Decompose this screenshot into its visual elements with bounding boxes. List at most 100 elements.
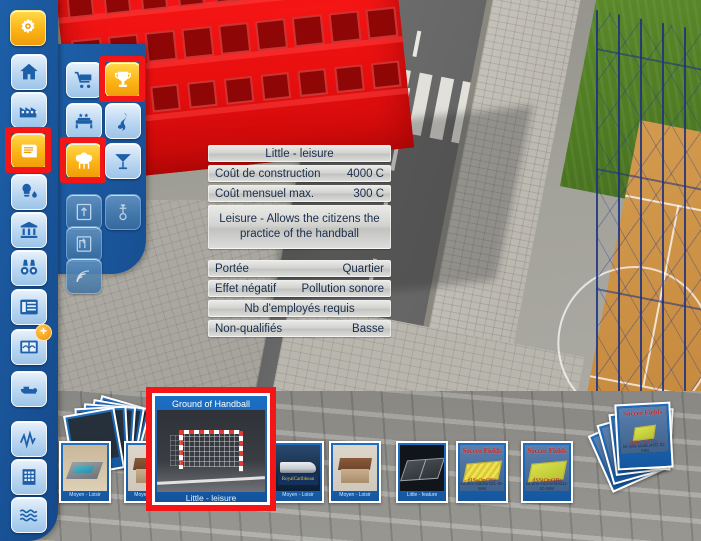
road-dash xyxy=(412,30,422,57)
scroll-icon xyxy=(21,144,37,158)
building-window xyxy=(218,22,252,56)
tooltip-employees-header: Nb d'employés requis xyxy=(208,300,391,317)
building-window xyxy=(328,10,362,44)
house-icon xyxy=(20,63,38,80)
selected-card-title: Ground of Handball xyxy=(171,399,251,409)
trophy-icon xyxy=(114,71,132,87)
card-house-right-thumb xyxy=(333,445,377,491)
sidebar-item-commercial-leisure[interactable] xyxy=(11,133,47,169)
tooltip-row-unqualified: Non-qualifiés Basse xyxy=(208,320,391,337)
card-dark-court-thumb xyxy=(400,445,444,491)
trees-icon xyxy=(75,152,93,169)
sidebar-item-ramp[interactable] xyxy=(66,226,102,262)
building-window xyxy=(150,83,181,113)
sidebar-item-culture[interactable] xyxy=(105,103,141,139)
pool-art xyxy=(63,445,107,491)
building-window xyxy=(334,64,365,94)
sidebar-item-statistics-list[interactable] xyxy=(11,289,47,325)
ship-hull xyxy=(280,462,316,473)
sidebar-item-parks[interactable] xyxy=(66,143,102,179)
building-window xyxy=(223,75,255,105)
graph-icon xyxy=(19,430,36,449)
goal-post-right xyxy=(239,431,244,473)
card-house-right[interactable]: Moyen - Loisir xyxy=(329,441,381,503)
building-window xyxy=(291,14,325,48)
soccer-title: Soccer Fields xyxy=(622,407,663,418)
unqualified-value: Basse xyxy=(352,322,384,335)
building-window xyxy=(187,79,218,109)
signal-icon xyxy=(76,270,90,282)
card-soccer-stadium[interactable]: Soccer Fields - dISsOpOBs - kit-ans-stad… xyxy=(456,441,508,503)
soccer-art: Soccer Fields dSStOpOBs kit-ans-soccerfi… xyxy=(525,445,569,491)
goal-net xyxy=(178,429,242,468)
handball-goal-art xyxy=(157,410,265,492)
soccer-footer: kit-ans-soccerfield11-ID-SIM xyxy=(525,480,569,491)
card-pool-thumb xyxy=(63,445,107,491)
monthly-cost-value: 300 C xyxy=(353,187,384,200)
sidebar-item-utilities[interactable] xyxy=(11,174,47,210)
game-window: + Little - leisure Coût de construction … xyxy=(0,0,701,541)
tooltip-title-text: Little - leisure xyxy=(265,147,334,160)
card-soccer-field[interactable]: Soccer Fields dSStOpOBs kit-ans-soccerfi… xyxy=(521,441,573,503)
tooltip-row-negative-effect: Effet négatif Pollution sonore xyxy=(208,280,391,297)
soccer-title: Soccer Fields xyxy=(462,446,502,455)
bridge-icon xyxy=(20,340,38,354)
range-label: Portée xyxy=(215,262,249,275)
bulb-drop-icon xyxy=(22,183,37,198)
building-icon xyxy=(22,469,36,485)
sidebar-item-education[interactable] xyxy=(11,250,47,286)
sidebar-item-industrial[interactable] xyxy=(11,92,47,128)
tooltip-description: Leisure - Allows the citizens the practi… xyxy=(208,205,391,249)
tooltip-description-text: Leisure - Allows the citizens the practi… xyxy=(219,213,380,240)
card-soccer-stadium-thumb: Soccer Fields - dISsOpOBs - kit-ans-stad… xyxy=(460,445,504,491)
card-house-right-caption: Moyen - Loisir xyxy=(339,492,371,498)
tooltip-spacer xyxy=(208,252,391,257)
card-soccer-field-thumb: Soccer Fields dSStOpOBs kit-ans-soccerfi… xyxy=(525,445,569,491)
building-window xyxy=(144,29,178,63)
soccer-title: Soccer Fields xyxy=(527,446,567,455)
sidebar-item-residential[interactable] xyxy=(11,54,47,90)
bridges-new-badge: + xyxy=(35,324,52,341)
sidebar-item-graphs[interactable] xyxy=(11,421,47,457)
unqualified-label: Non-qualifiés xyxy=(215,322,283,335)
ship-banner: RoyalCaribbean xyxy=(277,473,319,485)
card-ship-thumb: RoyalCaribbean xyxy=(276,445,320,491)
water-icon xyxy=(19,509,38,522)
house-body xyxy=(340,468,370,483)
sidebar-item-hotels[interactable] xyxy=(66,103,102,139)
card-dark-court[interactable]: Little - feature xyxy=(396,441,448,503)
building-window xyxy=(260,72,292,101)
sidebar-item-circus[interactable] xyxy=(105,194,141,230)
card-soccer-stadium-caption xyxy=(460,491,504,500)
card-ship[interactable]: RoyalCaribbean Moyen - Loisir xyxy=(272,441,324,503)
building-window xyxy=(297,68,329,97)
sidebar-item-shopping[interactable] xyxy=(66,62,102,98)
sidebar-item-bridges[interactable]: + xyxy=(11,324,52,365)
pool-water xyxy=(72,465,95,474)
soccer-footer: kit-ans-stadium01-ID-SIM xyxy=(460,480,504,491)
house-art xyxy=(333,445,377,491)
sidebar-item-buildings-overview[interactable] xyxy=(11,459,47,495)
sidebar-item-administration[interactable] xyxy=(11,212,47,248)
cocktail-icon xyxy=(115,154,131,170)
card-pool[interactable]: Moyen - Loisir xyxy=(59,441,111,503)
sidebar-item-elevator[interactable] xyxy=(66,194,102,230)
sidebar-item-transport[interactable] xyxy=(11,371,47,407)
sidebar-item-sports[interactable] xyxy=(105,62,141,98)
ramp-icon xyxy=(76,236,92,252)
stack-card-top[interactable]: Soccer Fields - dISsOpOBs - kit-ans-stad… xyxy=(614,401,674,471)
settings-button[interactable] xyxy=(10,10,46,46)
selected-card-caption: Little - leisure xyxy=(185,493,237,503)
building-window xyxy=(254,18,288,52)
construction-cost-value: 4000 C xyxy=(346,167,384,180)
building-window xyxy=(371,60,402,90)
sidebar-item-nightlife[interactable] xyxy=(105,143,141,179)
sidebar-item-water[interactable] xyxy=(11,497,47,533)
selected-card-ground-of-handball[interactable]: Ground of Handball Little - leisure xyxy=(146,387,276,511)
music-note-icon xyxy=(117,112,127,131)
bank-icon xyxy=(20,221,38,238)
negative-effect-label: Effet négatif xyxy=(215,282,277,295)
card-stack-right[interactable]: Soccer Fields - dISsOpOBs - kit-ans-stad… xyxy=(587,397,688,493)
sidebar-item-signal[interactable] xyxy=(66,258,102,294)
card-dark-court-caption: Little - feature xyxy=(406,492,438,498)
